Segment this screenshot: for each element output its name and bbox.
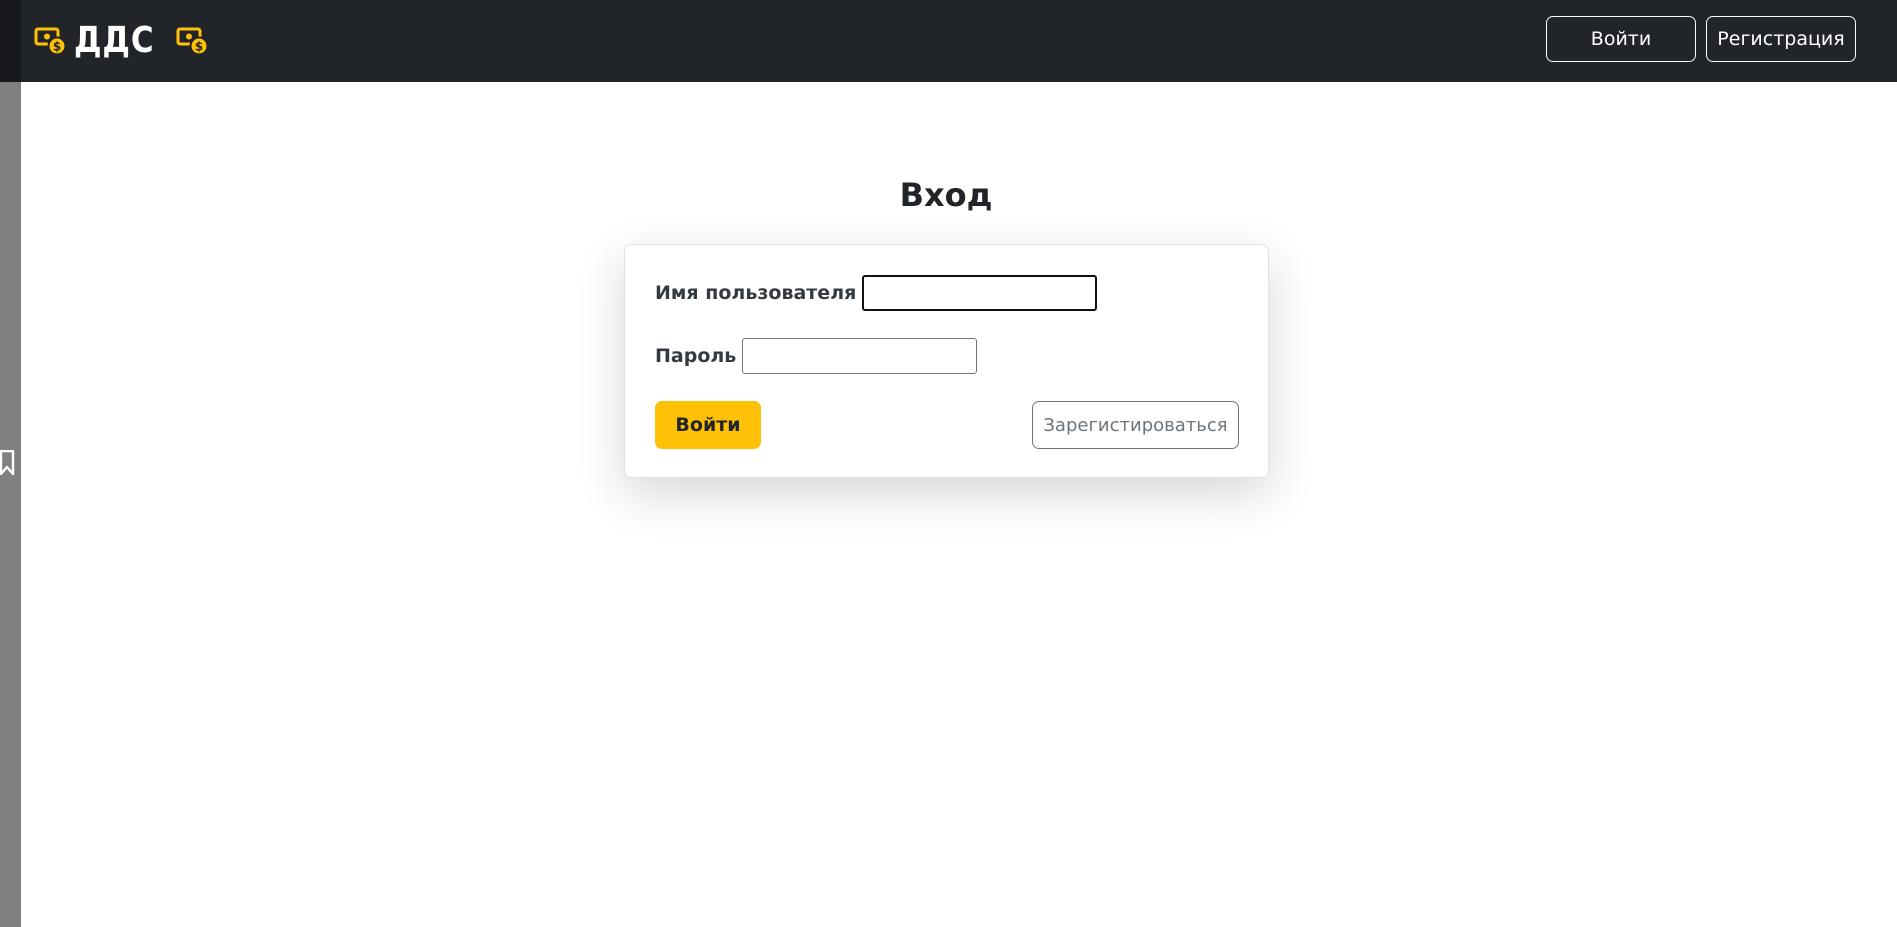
left-side-strip xyxy=(0,0,21,927)
login-form-card: Имя пользователя Пароль Войти Зарегистир… xyxy=(624,244,1269,478)
money-bill-icon: $ xyxy=(176,27,209,56)
bookmark-icon[interactable] xyxy=(0,450,16,476)
password-row: Пароль xyxy=(655,338,978,374)
nav-register-button[interactable]: Регистрация xyxy=(1706,16,1856,62)
navbar: $ ДДС $ Войти Регистрация xyxy=(0,0,1897,82)
nav-login-button[interactable]: Войти xyxy=(1546,16,1696,62)
svg-text:$: $ xyxy=(53,40,61,54)
register-link-button[interactable]: Зарегистироваться xyxy=(1032,401,1239,449)
brand-logo[interactable]: $ ДДС $ xyxy=(34,18,210,64)
password-label: Пароль xyxy=(655,345,737,367)
navbar-edge xyxy=(0,0,21,82)
brand-name: ДДС xyxy=(74,20,155,61)
money-bill-icon: $ xyxy=(34,27,67,56)
username-label: Имя пользователя xyxy=(655,282,857,304)
username-input[interactable] xyxy=(862,275,1098,311)
page-title: Вход xyxy=(899,176,993,214)
username-row: Имя пользователя xyxy=(655,275,1098,311)
svg-text:$: $ xyxy=(194,40,202,54)
password-input[interactable] xyxy=(742,338,978,374)
login-submit-button[interactable]: Войти xyxy=(655,401,761,449)
